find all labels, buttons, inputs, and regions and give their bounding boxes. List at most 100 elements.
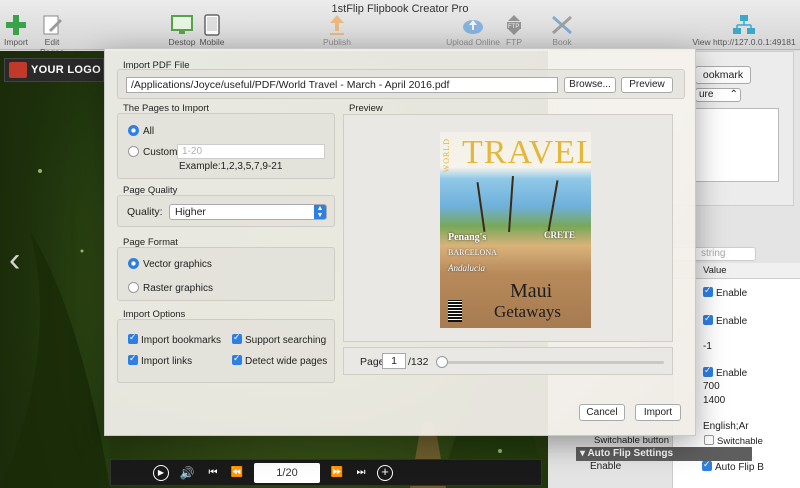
last-page-icon[interactable]: ⏭ <box>353 465 369 481</box>
view-http-toolbar-button[interactable]: View http://127.0.0.1:49181 <box>690 14 798 47</box>
checkbox-checked-icon[interactable] <box>703 285 713 297</box>
property-value: Enable <box>716 368 748 379</box>
fast-forward-icon[interactable]: ⏩ <box>329 465 345 481</box>
raster-graphics-label: Raster graphics <box>143 283 214 294</box>
panel-select[interactable]: ure ⌃ <box>695 88 741 102</box>
ftp-toolbar-button[interactable]: FTP FTP <box>503 14 525 47</box>
page-slider-thumb[interactable] <box>436 356 448 368</box>
auto-flip-value[interactable]: Auto Flip B <box>702 459 764 473</box>
vector-graphics-radio[interactable]: Vector graphics <box>128 258 212 270</box>
import-bookmarks-checkbox[interactable]: Import bookmarks <box>128 332 222 346</box>
publish-icon <box>320 14 354 36</box>
pdf-preview-area: WORLD TRAVEL Penang's BARCELONA Andaluci… <box>343 114 673 342</box>
radio-selected-icon <box>128 125 139 136</box>
page-indicator-input[interactable]: 1/20 <box>254 463 320 483</box>
upload-online-toolbar-button[interactable]: Upload Online <box>444 14 502 47</box>
ftp-toolbar-label: FTP <box>505 37 523 47</box>
property-row[interactable]: 1400 <box>703 395 725 406</box>
auto-flip-value-label: Auto Flip B <box>715 462 764 473</box>
cloud-upload-icon <box>444 14 502 36</box>
rewind-icon[interactable]: ⏪ <box>229 465 245 481</box>
cover-travel-text: TRAVEL <box>462 134 591 171</box>
detect-wide-pages-label: Detect wide pages <box>245 356 328 367</box>
checkbox-checked-icon <box>232 332 242 344</box>
svg-text:FTP: FTP <box>508 24 519 30</box>
view-http-toolbar-label: View http://127.0.0.1:49181 <box>692 37 796 47</box>
tools-icon <box>527 14 597 36</box>
cover-headline-barcelona: BARCELONA <box>448 248 497 257</box>
desktop-toolbar-label: Destop <box>168 37 196 47</box>
sound-icon[interactable]: 🔊 <box>179 465 195 481</box>
options-group: Import bookmarks Support searching Impor… <box>117 319 335 383</box>
cover-headline-andalucia: Andalucia <box>448 263 485 273</box>
preview-section-title: Preview <box>349 103 383 114</box>
first-page-icon[interactable]: ⏮ <box>205 465 221 481</box>
play-icon[interactable]: ▶ <box>153 465 169 481</box>
detect-wide-pages-checkbox[interactable]: Detect wide pages <box>232 353 328 367</box>
property-row[interactable]: Enable <box>703 285 748 299</box>
book-logo-icon <box>9 62 27 78</box>
property-value: Enable <box>716 288 748 299</box>
cancel-button[interactable]: Cancel <box>579 404 625 421</box>
import-pdf-dialog: Import PDF File /Applications/Joyce/usef… <box>104 48 696 436</box>
quality-label: Quality: <box>127 206 163 218</box>
preview-button[interactable]: Preview <box>621 77 673 93</box>
cover-headline-maui: Maui <box>510 280 553 302</box>
switchable-value[interactable]: Switchable <box>704 435 763 447</box>
custom-pages-input[interactable]: 1-20 <box>177 144 325 159</box>
checkbox-checked-icon[interactable] <box>702 459 712 471</box>
vector-graphics-label: Vector graphics <box>143 259 212 270</box>
pdf-path-field[interactable]: /Applications/Joyce/useful/PDF/World Tra… <box>126 77 558 93</box>
select-chevron-icon: ⌃ <box>729 89 738 100</box>
window-title: 1stFlip Flipbook Creator Pro <box>331 3 469 15</box>
flipbook-logo: YOUR LOGO <box>4 58 104 82</box>
import-button[interactable]: Import <box>635 404 681 421</box>
custom-pages-label: Custom <box>143 147 178 158</box>
preview-page-input[interactable]: 1 <box>382 353 406 369</box>
checkbox-checked-icon <box>232 353 242 365</box>
page-slider-track[interactable] <box>436 356 664 368</box>
radio-unselected-icon <box>128 282 139 293</box>
browse-button[interactable]: Browse... <box>564 77 616 93</box>
import-bookmarks-label: Import bookmarks <box>141 335 222 346</box>
panel-list-box[interactable] <box>695 108 779 182</box>
import-links-label: Import links <box>141 356 193 367</box>
network-icon <box>690 14 798 36</box>
raster-graphics-radio[interactable]: Raster graphics <box>128 282 213 294</box>
edit-pages-icon <box>32 14 72 36</box>
zoom-in-icon[interactable]: + <box>377 465 393 481</box>
custom-pages-example: Example:1,2,3,5,7,9-21 <box>179 161 283 172</box>
previous-page-arrow-icon[interactable]: ‹ <box>9 240 29 280</box>
import-links-checkbox[interactable]: Import links <box>128 353 193 367</box>
palm-tree-trunk <box>547 180 559 232</box>
desktop-icon <box>166 14 198 36</box>
import-toolbar-button[interactable]: Import <box>2 14 30 47</box>
property-row[interactable]: English;Ar <box>703 421 749 432</box>
ftp-icon: FTP <box>503 14 525 36</box>
quality-select[interactable]: Higher ▲ ▼ <box>169 204 327 220</box>
all-pages-radio[interactable]: All <box>128 125 154 137</box>
radio-unselected-icon <box>128 146 139 157</box>
property-value: -1 <box>703 341 712 352</box>
magazine-cover-preview: WORLD TRAVEL Penang's BARCELONA Andaluci… <box>440 132 591 328</box>
checkbox-checked-icon[interactable] <box>703 313 713 325</box>
custom-pages-radio[interactable]: Custom <box>128 146 177 158</box>
auto-flip-settings-header[interactable]: ▾ Auto Flip Settings <box>576 447 752 461</box>
bookmark-button[interactable]: ookmark <box>695 66 751 84</box>
support-searching-checkbox[interactable]: Support searching <box>232 332 327 346</box>
checkbox-unchecked-icon[interactable] <box>704 435 714 445</box>
checkbox-checked-icon[interactable] <box>703 365 713 377</box>
cover-headline-getaways: Getaways <box>494 302 562 321</box>
desktop-toolbar-button[interactable]: Destop <box>166 14 198 47</box>
auto-flip-enable-row[interactable]: Enable Auto Flip B <box>590 459 764 473</box>
property-row[interactable]: -1 <box>703 341 712 352</box>
property-row[interactable]: Enable <box>703 313 748 327</box>
property-row[interactable]: 700 <box>703 381 720 392</box>
property-row[interactable]: Enable <box>703 365 748 379</box>
property-value: Enable <box>716 316 748 327</box>
page-total: /132 <box>408 356 429 368</box>
publish-toolbar-button[interactable]: Publish <box>320 14 354 47</box>
cover-world-text: WORLD <box>442 138 451 173</box>
support-searching-label: Support searching <box>245 335 327 346</box>
mobile-toolbar-button[interactable]: Mobile <box>198 14 226 47</box>
